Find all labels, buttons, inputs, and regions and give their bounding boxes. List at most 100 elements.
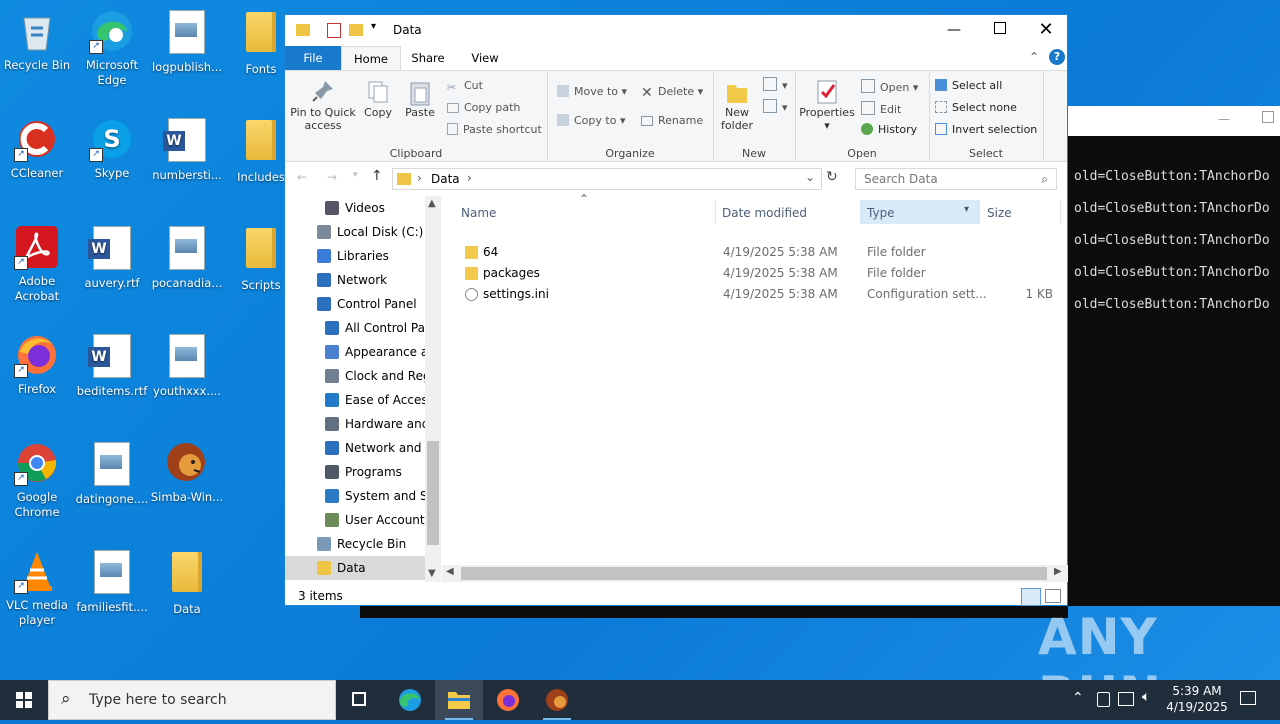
nav-item[interactable]: Videos bbox=[285, 196, 425, 220]
nav-item[interactable]: All Control Par bbox=[285, 316, 425, 340]
invert-selection-button[interactable]: Invert selection bbox=[935, 123, 1037, 136]
easy-access-button[interactable]: ▾ bbox=[763, 99, 788, 114]
properties-button[interactable]: Properties ▾ bbox=[799, 79, 855, 132]
maximize-icon[interactable] bbox=[1262, 111, 1274, 123]
minimize-button[interactable]: — bbox=[931, 15, 977, 45]
nav-item[interactable]: Control Panel bbox=[285, 292, 425, 316]
nav-item[interactable]: Network and Ir bbox=[285, 436, 425, 460]
paste-shortcut-button[interactable]: Paste shortcut bbox=[447, 123, 542, 136]
file-row[interactable]: packages 4/19/2025 5:38 AM File folder bbox=[442, 263, 1068, 284]
breadcrumb-data[interactable]: Data bbox=[431, 172, 460, 186]
new-folder-quick-icon[interactable] bbox=[349, 24, 363, 36]
tab-view[interactable]: View bbox=[457, 46, 513, 70]
history-button[interactable]: History bbox=[861, 123, 917, 136]
select-none-button[interactable]: Select none bbox=[935, 101, 1017, 114]
tab-file[interactable]: File bbox=[285, 46, 341, 70]
desktop-icon-familiesfit[interactable]: familiesfit.... bbox=[75, 548, 149, 615]
scroll-down-icon[interactable]: ▼ bbox=[428, 568, 436, 579]
column-name[interactable]: Name bbox=[461, 206, 496, 220]
cut-button[interactable]: ✂ Cut bbox=[447, 79, 483, 94]
up-icon[interactable]: ↑ bbox=[371, 168, 383, 184]
desktop-icon-logpublish[interactable]: logpublish... bbox=[150, 8, 224, 75]
file-row[interactable]: settings.ini 4/19/2025 5:38 AM Configurati… bbox=[442, 284, 1068, 305]
scroll-thumb[interactable] bbox=[427, 441, 439, 545]
new-folder-button[interactable]: New folder bbox=[717, 79, 757, 132]
help-icon[interactable]: ? bbox=[1049, 49, 1065, 65]
large-icons-view-icon[interactable] bbox=[1045, 589, 1061, 603]
copy-button[interactable]: Copy bbox=[361, 79, 395, 119]
search-input[interactable]: Search Data ⌕ bbox=[855, 168, 1057, 190]
chevron-up-icon[interactable]: ⌃ bbox=[1072, 690, 1084, 706]
nav-item[interactable]: User Accounts bbox=[285, 508, 425, 532]
collapse-ribbon-icon[interactable]: ⌃ bbox=[1029, 50, 1039, 64]
terminal-titlebar[interactable]: — bbox=[1068, 106, 1280, 136]
desktop-icon-numbersti[interactable]: W numbersti... bbox=[150, 116, 224, 183]
start-button[interactable] bbox=[0, 680, 48, 720]
terminal-window[interactable]: — old=CloseButton:TAnchorDo old=CloseBut… bbox=[1068, 106, 1280, 606]
file-explorer-window[interactable]: ▾ Data — ✕ File Home Share View ⌃ ? Pin … bbox=[284, 14, 1068, 606]
nav-item[interactable]: Ease of Access bbox=[285, 388, 425, 412]
desktop-icon-auvery-rtf[interactable]: W auvery.rtf bbox=[75, 224, 149, 291]
desktop-icon-skype[interactable]: S ↗ Skype bbox=[75, 116, 149, 181]
minimize-icon[interactable]: — bbox=[1218, 112, 1230, 126]
tab-home[interactable]: Home bbox=[341, 46, 401, 71]
clock[interactable]: 5:39 AM 4/19/2025 bbox=[1162, 683, 1232, 715]
nav-item[interactable]: Recycle Bin bbox=[285, 532, 425, 556]
file-row[interactable]: 64 4/19/2025 5:38 AM File folder bbox=[442, 242, 1068, 263]
scroll-left-icon[interactable]: ◀ bbox=[446, 566, 454, 577]
tab-share[interactable]: Share bbox=[403, 46, 453, 70]
select-all-button[interactable]: Select all bbox=[935, 79, 1002, 92]
nav-item[interactable]: Clock and Regi bbox=[285, 364, 425, 388]
address-bar[interactable]: › Data › ⌄ bbox=[392, 168, 822, 190]
desktop-icon-pocanadia[interactable]: pocanadia... bbox=[150, 224, 224, 291]
nav-item[interactable]: Hardware and bbox=[285, 412, 425, 436]
nav-item[interactable]: Programs bbox=[285, 460, 425, 484]
recent-dropdown-icon[interactable]: ▾ bbox=[353, 170, 358, 180]
nav-item[interactable]: Appearance an bbox=[285, 340, 425, 364]
desktop-icon-ccleaner[interactable]: ↗ CCleaner bbox=[0, 116, 74, 181]
network-tray-icon[interactable] bbox=[1118, 692, 1134, 706]
chevron-down-icon[interactable]: ▾ bbox=[964, 204, 969, 215]
desktop-icon-adobe-acrobat[interactable]: ↗ Adobe Acrobat bbox=[0, 224, 74, 304]
nav-item[interactable]: Libraries bbox=[285, 244, 425, 268]
open-button[interactable]: Open ▾ bbox=[861, 79, 918, 94]
rename-button[interactable]: Rename bbox=[641, 114, 703, 127]
edit-button[interactable]: Edit bbox=[861, 101, 901, 116]
column-size[interactable]: Size bbox=[987, 206, 1012, 220]
close-button[interactable]: ✕ bbox=[1023, 15, 1069, 45]
copy-to-button[interactable]: Copy to ▾ bbox=[557, 114, 625, 127]
taskbar-search[interactable]: ⌕ Type here to search bbox=[48, 680, 336, 720]
maximize-button[interactable] bbox=[977, 15, 1023, 45]
nav-item[interactable]: System and Sec bbox=[285, 484, 425, 508]
scroll-right-icon[interactable]: ▶ bbox=[1054, 566, 1062, 577]
nav-scrollbar[interactable]: ▲ ▼ bbox=[425, 196, 441, 582]
desktop-icon-firefox[interactable]: ↗ Firefox bbox=[0, 332, 74, 397]
chevron-down-icon[interactable]: ⌄ bbox=[805, 170, 815, 184]
desktop-icon-datingone[interactable]: datingone.... bbox=[75, 440, 149, 507]
scroll-thumb[interactable] bbox=[461, 567, 1047, 580]
desktop-icon-data-folder[interactable]: Data bbox=[150, 548, 224, 617]
horizontal-scrollbar[interactable]: ◀ ▶ bbox=[442, 565, 1068, 582]
nav-item[interactable]: Data bbox=[285, 556, 425, 580]
column-date-modified[interactable]: Date modified bbox=[722, 206, 807, 220]
taskbar-firefox[interactable] bbox=[484, 680, 532, 720]
desktop-icon-youthxxx[interactable]: youthxxx.... bbox=[150, 332, 224, 399]
desktop-icon-vlc[interactable]: ↗ VLC media player bbox=[0, 548, 74, 628]
pin-quick-access-button[interactable]: Pin to Quick access bbox=[289, 79, 357, 132]
title-bar[interactable]: ▾ Data — ✕ bbox=[285, 15, 1067, 46]
desktop-icon-beditems-rtf[interactable]: W beditems.rtf bbox=[75, 332, 149, 399]
taskbar-edge[interactable] bbox=[386, 680, 434, 720]
desktop-icon-simba-win[interactable]: Simba-Win... bbox=[150, 440, 224, 505]
taskbar-simba[interactable] bbox=[533, 680, 581, 720]
desktop-icon-google-chrome[interactable]: ↗ Google Chrome bbox=[0, 440, 74, 520]
taskbar-file-explorer[interactable] bbox=[435, 680, 483, 720]
delete-button[interactable]: ✕ Delete ▾ bbox=[641, 85, 703, 100]
desktop-icon-microsoft-edge[interactable]: ↗ Microsoft Edge bbox=[75, 8, 149, 88]
notification-icon[interactable] bbox=[1240, 691, 1256, 705]
nav-item[interactable]: Local Disk (C:) bbox=[285, 220, 425, 244]
paste-button[interactable]: Paste bbox=[401, 79, 439, 119]
customize-dropdown-icon[interactable]: ▾ bbox=[371, 21, 376, 32]
back-icon[interactable]: ← bbox=[297, 170, 307, 184]
desktop-icon-recycle-bin[interactable]: Recycle Bin bbox=[0, 8, 74, 73]
forward-icon[interactable]: → bbox=[327, 170, 337, 184]
